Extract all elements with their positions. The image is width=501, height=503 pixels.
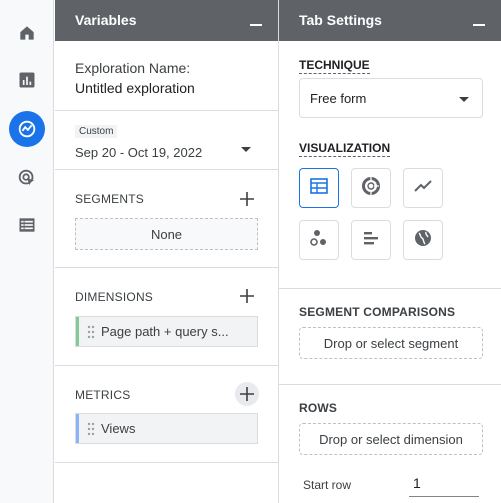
drag-handle-icon[interactable] [87, 422, 95, 436]
visualization-label: VISUALIZATION [299, 141, 391, 157]
chevron-down-icon[interactable] [241, 147, 251, 152]
add-segment-icon[interactable] [237, 189, 257, 209]
metric-chip-label: Views [101, 421, 136, 436]
table-list-icon[interactable] [9, 207, 45, 243]
metric-chip[interactable]: Views [75, 413, 258, 444]
date-range-value: Sep 20 - Oct 19, 2022 [75, 145, 203, 160]
rows-drop-target[interactable]: Drop or select dimension [299, 423, 483, 455]
scatter-plot-icon [309, 228, 329, 253]
dimensions-label: DIMENSIONS [75, 290, 154, 304]
minimize-icon[interactable] [250, 24, 262, 26]
reports-bar-chart-icon[interactable] [9, 62, 45, 98]
segments-label: SEGMENTS [75, 192, 144, 206]
home-icon[interactable] [9, 15, 45, 51]
segments-section: SEGMENTS None [55, 170, 278, 268]
minimize-icon[interactable] [473, 24, 485, 26]
segment-drop-target[interactable]: Drop or select segment [299, 327, 483, 359]
viz-geo-button[interactable] [403, 220, 443, 260]
start-row-label: Start row [303, 478, 352, 492]
technique-label: TECHNIQUE [299, 58, 370, 74]
segment-comparisons-section: SEGMENT COMPARISONS Drop or select segme… [279, 289, 501, 385]
bar-chart-icon [362, 229, 380, 252]
exploration-name-section[interactable]: Exploration Name: Untitled exploration [55, 41, 278, 111]
table-icon [310, 177, 328, 200]
rows-section: ROWS Drop or select dimension Start row … [279, 385, 501, 503]
variables-header: Variables [55, 0, 278, 41]
technique-select[interactable]: Free form [299, 78, 483, 118]
viz-scatter-button[interactable] [299, 220, 339, 260]
viz-donut-button[interactable] [351, 168, 391, 208]
viz-line-button[interactable] [403, 168, 443, 208]
tab-settings-panel: Tab Settings TECHNIQUE Free form VISUALI… [279, 0, 501, 503]
dimensions-section: DIMENSIONS Page path + query s... [55, 268, 278, 366]
rows-label: ROWS [299, 401, 338, 415]
viz-bar-button[interactable] [351, 220, 391, 260]
exploration-name-value[interactable]: Untitled exploration [75, 80, 195, 96]
add-dimension-icon[interactable] [237, 286, 257, 306]
viz-table-button[interactable] [299, 168, 339, 208]
add-metric-icon[interactable] [235, 382, 259, 406]
metric-color-bar [76, 414, 79, 443]
date-range-section[interactable]: Custom Sep 20 - Oct 19, 2022 [55, 111, 278, 170]
start-row-input[interactable]: 1 [409, 473, 479, 497]
exploration-name-label: Exploration Name: [75, 60, 191, 76]
dimension-chip-label: Page path + query s... [101, 324, 229, 339]
donut-chart-icon [361, 176, 381, 201]
chevron-down-icon [459, 97, 469, 102]
line-chart-icon [413, 176, 433, 201]
variables-panel: Variables Exploration Name: Untitled exp… [55, 0, 279, 503]
left-nav-rail [0, 0, 54, 503]
date-custom-badge: Custom [75, 125, 118, 138]
variables-title: Variables [75, 12, 137, 28]
advertising-cursor-icon[interactable] [9, 160, 45, 196]
segment-comparisons-label: SEGMENT COMPARISONS [299, 305, 456, 319]
dimension-chip[interactable]: Page path + query s... [75, 316, 258, 347]
drag-handle-icon[interactable] [87, 325, 95, 339]
geo-map-icon [413, 228, 433, 253]
technique-visualization-section: TECHNIQUE Free form VISUALIZATION [279, 41, 501, 289]
metrics-section: METRICS Views [55, 366, 278, 463]
explore-icon[interactable] [9, 111, 45, 147]
tab-settings-header: Tab Settings [279, 0, 501, 41]
technique-value: Free form [310, 91, 367, 106]
tab-settings-title: Tab Settings [299, 12, 382, 28]
segments-none[interactable]: None [75, 218, 258, 250]
dimension-color-bar [76, 317, 79, 346]
metrics-label: METRICS [75, 388, 131, 402]
